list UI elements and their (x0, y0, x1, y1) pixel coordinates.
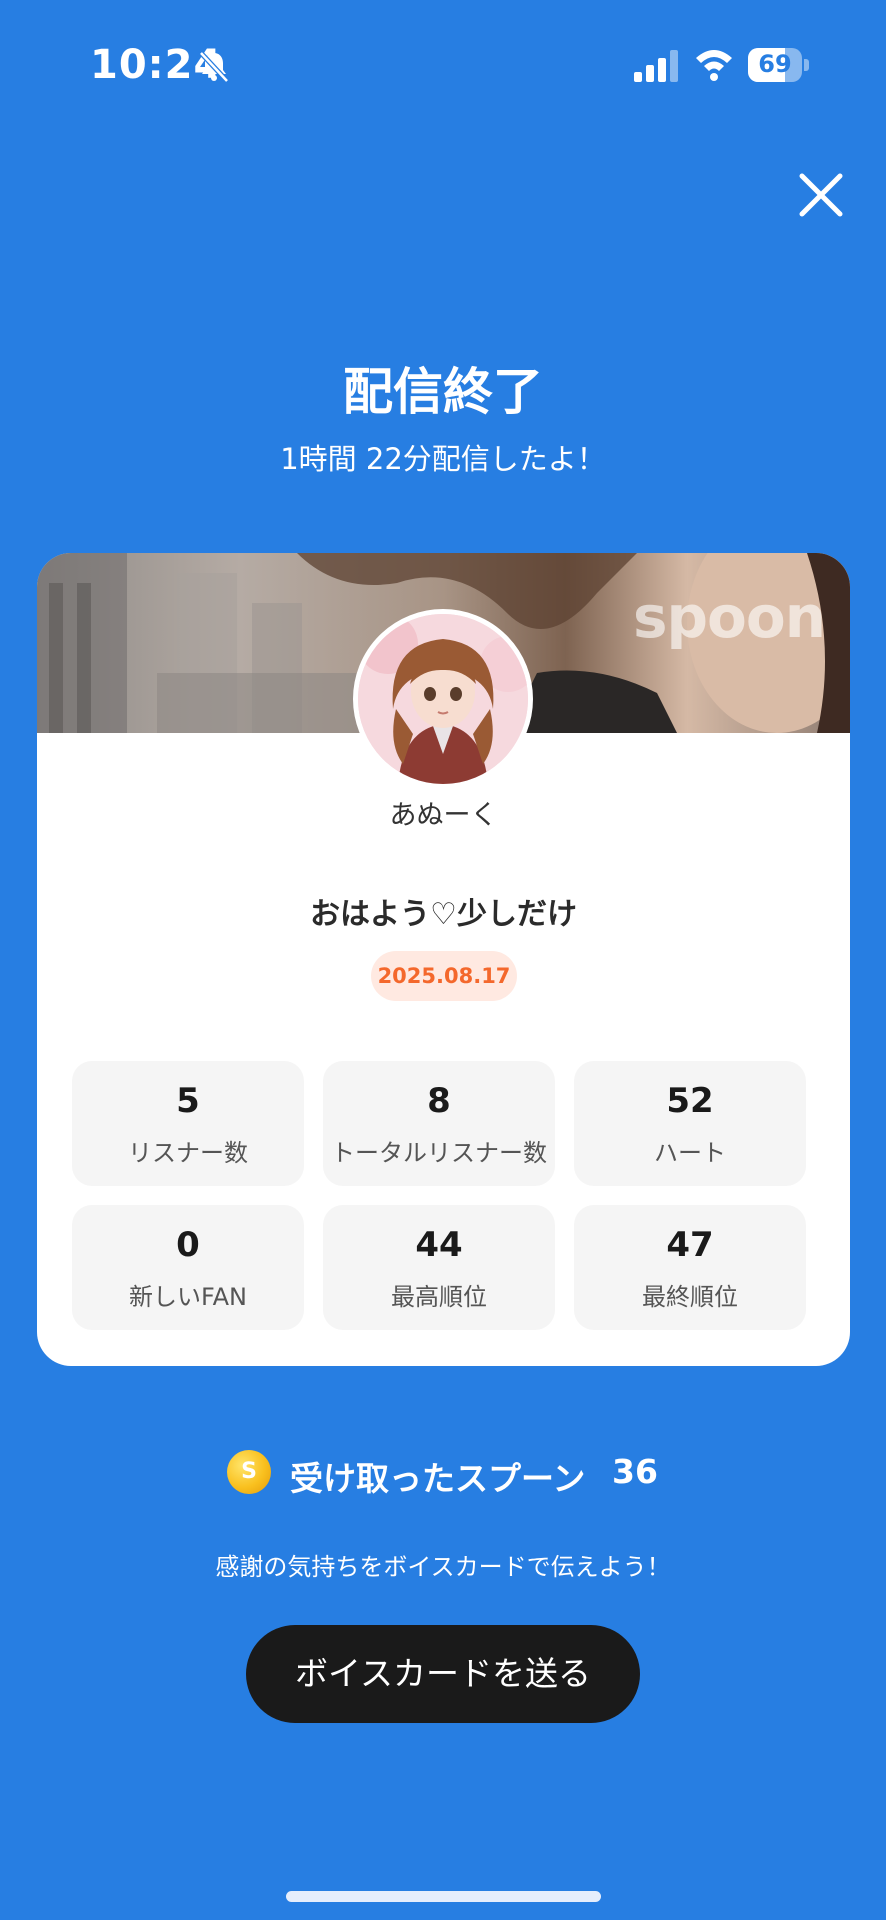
bell-muted-icon (199, 51, 229, 83)
stat-label: トータルリスナー数 (331, 1139, 547, 1167)
stat-hearts: 52 ハート (574, 1061, 806, 1186)
stat-label: 最終順位 (642, 1283, 738, 1311)
stat-value: 0 (176, 1225, 200, 1265)
status-bar: 10:24 69 (0, 0, 886, 130)
cellular-signal-icon (634, 50, 678, 82)
stat-total-listeners: 8 トータルリスナー数 (323, 1061, 555, 1186)
spoons-label: 受け取ったスプーン (290, 1459, 586, 1498)
stat-value: 47 (666, 1225, 714, 1265)
spoon-coin-icon: S (227, 1450, 271, 1494)
stat-label: 最高順位 (391, 1283, 487, 1311)
broadcast-duration: 1時間 22分配信したよ！ (280, 442, 606, 476)
stat-label: 新しいFAN (129, 1283, 247, 1311)
stat-listeners: 5 リスナー数 (72, 1061, 304, 1186)
close-icon[interactable] (796, 170, 846, 220)
spoons-received: S 受け取ったスプーン 36 (0, 1448, 886, 1498)
stat-label: ハート (654, 1139, 726, 1167)
stat-highest-rank: 44 最高順位 (323, 1205, 555, 1330)
spoon-watermark: spoon (633, 583, 826, 651)
stat-value: 44 (415, 1225, 463, 1265)
date-badge: 2025.08.17 (371, 951, 517, 1001)
battery-indicator: 69 (748, 48, 810, 82)
stat-label: リスナー数 (128, 1139, 248, 1167)
thanks-message: 感謝の気持ちをボイスカードで伝えよう！ (215, 1553, 671, 1581)
live-title: おはよう♡少しだけ (310, 897, 577, 932)
stat-value: 5 (176, 1081, 200, 1121)
stat-value: 8 (427, 1081, 451, 1121)
username: あぬーく (389, 800, 498, 831)
battery-percent: 69 (758, 50, 792, 78)
avatar[interactable] (353, 609, 533, 789)
stat-new-fans: 0 新しいFAN (72, 1205, 304, 1330)
stat-final-rank: 47 最終順位 (574, 1205, 806, 1330)
page-title: 配信終了 (343, 363, 543, 421)
wifi-icon (696, 50, 732, 81)
broadcast-summary-card: spoon あぬーく おはよう♡少しだけ 2025.08.17 5 リスナー数 … (37, 553, 850, 1366)
stat-value: 52 (666, 1081, 714, 1121)
send-voice-card-button[interactable]: ボイスカードを送る (246, 1625, 640, 1723)
spoons-count: 36 (612, 1452, 658, 1491)
home-indicator (286, 1891, 601, 1902)
